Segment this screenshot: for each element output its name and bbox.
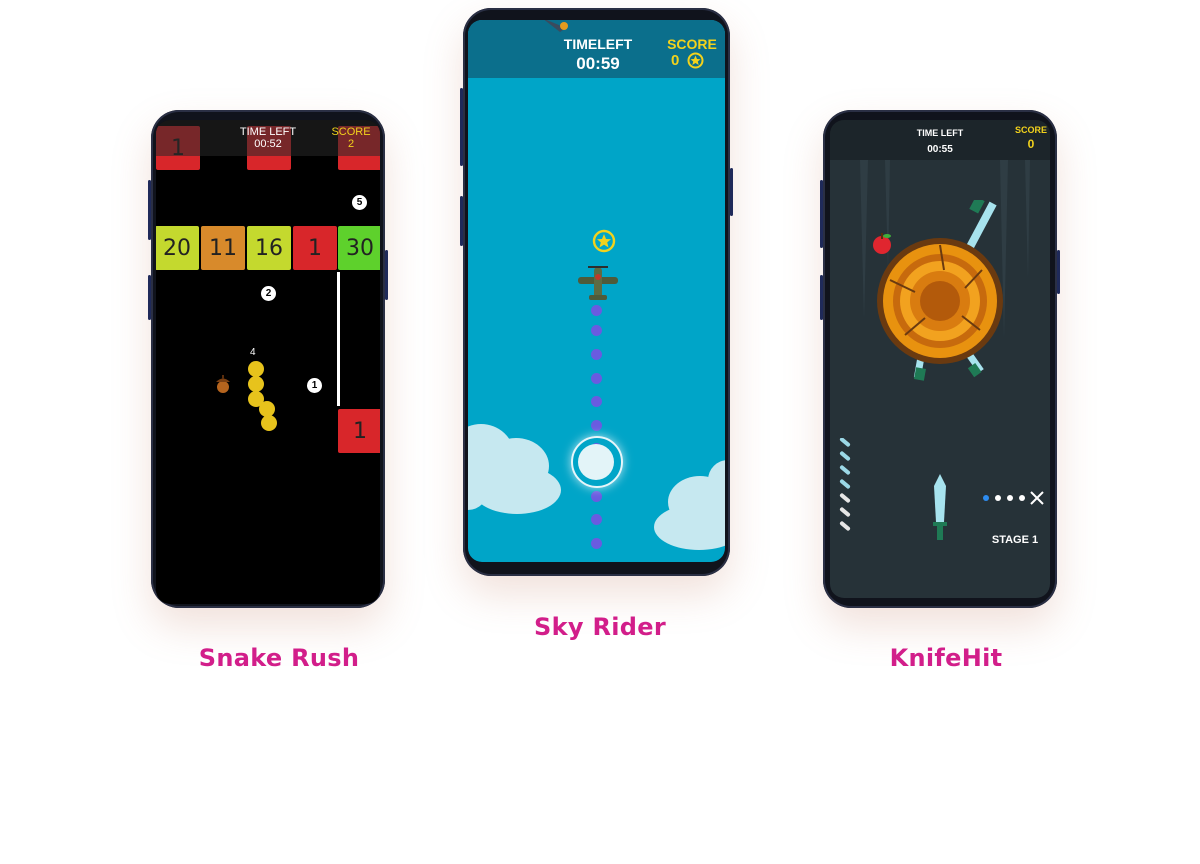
- stage-dot: [983, 495, 989, 501]
- apple-icon: [873, 233, 891, 254]
- volume-button: [460, 196, 463, 246]
- snake-length: 4: [250, 347, 256, 358]
- volume-button: [820, 180, 823, 248]
- crossed-swords-icon: [1030, 491, 1044, 505]
- block: 16: [247, 226, 291, 270]
- snake-segment: [261, 415, 277, 431]
- rocket-icon: [544, 20, 568, 32]
- phone-sky-rider: TIMELEFT 00:59 SCORE 0: [460, 8, 733, 576]
- trail-dot: [591, 420, 602, 431]
- block: 20: [156, 226, 199, 270]
- knife-icon[interactable]: [930, 474, 950, 544]
- trail-dot: [591, 396, 602, 407]
- snake-segment: [248, 361, 264, 377]
- trail-dot: [591, 325, 602, 336]
- acorn-icon: [216, 375, 230, 393]
- block: 1: [338, 409, 380, 453]
- cloud: [654, 504, 725, 550]
- power-button: [730, 168, 733, 216]
- phone-snake-rush: 1 TIME LEFT 00:52 SCORE 2 5 20 11 16 1 3…: [148, 110, 388, 608]
- score-label: SCORE: [331, 126, 371, 138]
- stage-dot: [1019, 495, 1025, 501]
- game-title[interactable]: Snake Rush: [179, 644, 379, 672]
- hud: TIMELEFT 00:59 SCORE 0: [468, 20, 725, 78]
- number-token: 5: [352, 195, 367, 210]
- score-value: 0: [671, 52, 680, 69]
- snake-rush-screen[interactable]: 1 TIME LEFT 00:52 SCORE 2 5 20 11 16 1 3…: [156, 120, 380, 604]
- knife-counter: [839, 438, 851, 531]
- block: 11: [201, 226, 245, 270]
- block: 30: [338, 226, 380, 270]
- volume-button: [460, 88, 463, 166]
- game-title[interactable]: KnifeHit: [846, 644, 1046, 672]
- trail-dot: [591, 373, 602, 384]
- score-label: SCORE: [1014, 125, 1047, 135]
- power-button: [385, 250, 388, 300]
- score-value: 0: [1027, 137, 1035, 151]
- time-left-label: TIMELEFT: [563, 36, 633, 52]
- hud: TIME LEFT 00:55 SCORE 0: [830, 120, 1050, 160]
- knifehit-screen[interactable]: TIME LEFT 00:55 SCORE 0 STAGE 1: [830, 120, 1050, 598]
- block: 1: [293, 226, 337, 270]
- airplane-icon: [578, 266, 618, 300]
- trail-dot: [591, 538, 602, 549]
- volume-button: [148, 275, 151, 320]
- stage-label: STAGE 1: [991, 534, 1039, 546]
- star-coin-icon: [687, 52, 704, 69]
- volume-button: [820, 275, 823, 320]
- time-left-label: TIME LEFT: [239, 126, 297, 138]
- score-value: 2: [347, 138, 355, 150]
- star-coin-icon: [592, 229, 616, 253]
- stage-dot: [1007, 495, 1013, 501]
- joystick-knob[interactable]: [578, 444, 614, 480]
- trail-dot: [591, 349, 602, 360]
- hud: TIME LEFT 00:52 SCORE 2: [156, 120, 380, 156]
- volume-button: [148, 180, 151, 240]
- trail-dot: [591, 491, 602, 502]
- time-left-label: TIME LEFT: [916, 128, 964, 138]
- sky-rider-screen[interactable]: TIMELEFT 00:59 SCORE 0: [468, 20, 725, 562]
- stage-dot: [995, 495, 1001, 501]
- time-left-value: 00:52: [254, 138, 282, 150]
- wall: [337, 272, 340, 406]
- score-label: SCORE: [667, 36, 717, 52]
- trail-dot: [591, 514, 602, 525]
- time-left-value: 00:55: [927, 144, 953, 155]
- time-left-value: 00:59: [576, 54, 620, 73]
- power-button: [1057, 250, 1060, 294]
- snake-segment: [248, 376, 264, 392]
- game-title[interactable]: Sky Rider: [500, 613, 700, 641]
- number-token: 2: [261, 286, 276, 301]
- trail-dot: [591, 305, 602, 316]
- number-token: 1: [307, 378, 322, 393]
- phone-knifehit: TIME LEFT 00:55 SCORE 0 STAGE 1: [820, 110, 1060, 608]
